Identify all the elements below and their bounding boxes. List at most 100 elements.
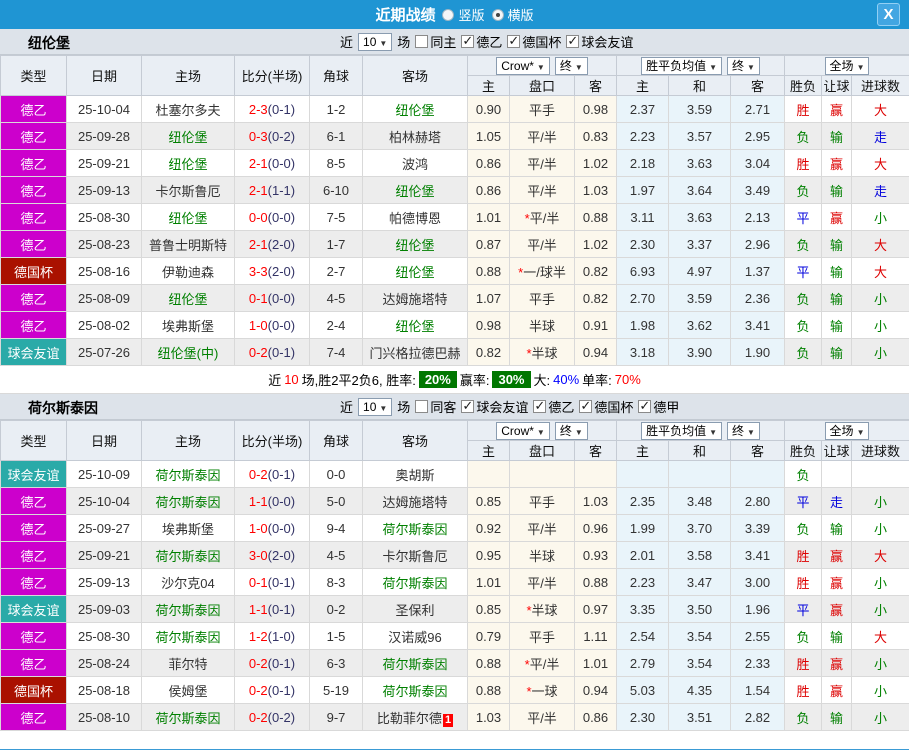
radio-icon[interactable] <box>491 8 504 21</box>
home-team-cell: 纽伦堡 <box>141 203 235 231</box>
mean-home-cell: 2.79 <box>616 649 669 677</box>
date-cell: 25-07-26 <box>66 338 142 366</box>
league-filter-label: 德甲 <box>653 400 680 415</box>
result-cell: 平 <box>784 595 823 623</box>
halftime-score: (0-1) <box>267 466 296 482</box>
odds-away-cell: 0.98 <box>574 95 617 123</box>
league-filter-checkbox[interactable]: 德乙 <box>461 32 502 51</box>
odds-handicap-cell: 平/半 <box>509 514 575 542</box>
away-team-cell: 奥胡斯 <box>362 460 468 488</box>
odds-handicap-cell: 平/半 <box>509 122 575 150</box>
match-count-select[interactable]: 10 ▼ <box>358 397 393 416</box>
home-team-cell: 侯姆堡 <box>141 676 235 704</box>
league-filter-label: 球会友谊 <box>581 35 634 50</box>
home-team-cell: 纽伦堡 <box>141 122 235 150</box>
away-team-cell: 柏林赫塔 <box>362 122 468 150</box>
result-cell: 胜 <box>784 541 823 569</box>
goals-result-cell: 小 <box>851 487 909 515</box>
same-venue-checkbox[interactable]: 同主 <box>415 32 456 51</box>
handicap-result-cell: 赢 <box>821 568 853 596</box>
away-team-name: 卡尔斯鲁厄 <box>382 548 448 564</box>
league-type-cell: 德乙 <box>0 703 67 731</box>
mean-type-select[interactable]: 胜平负均值 ▼ <box>641 56 722 75</box>
radio-icon[interactable] <box>442 8 455 21</box>
summary-text: 10 <box>284 372 299 387</box>
result-cell: 胜 <box>784 568 823 596</box>
handicap-result-cell: 输 <box>821 284 853 312</box>
fulltime-score: 0-2 <box>248 709 268 725</box>
mean-away-cell: 2.80 <box>729 487 786 515</box>
date-cell: 25-10-04 <box>66 95 142 123</box>
odds-source-select[interactable]: Crow* ▼ <box>496 56 550 75</box>
mean-away-cell: 3.00 <box>729 568 786 596</box>
mean-home-cell: 2.54 <box>616 622 669 650</box>
goals-result-cell: 小 <box>851 568 909 596</box>
layout-radio-horizontal[interactable]: 横版 <box>491 5 534 24</box>
checkbox-checked-icon[interactable] <box>461 33 475 49</box>
league-filter-checkbox[interactable]: 球会友谊 <box>566 32 633 51</box>
handicap-value: 半球 <box>528 548 555 564</box>
goals-result-cell <box>851 460 909 488</box>
scope-select[interactable]: 全场 ▼ <box>824 56 870 75</box>
mean-home-cell: 2.30 <box>616 703 669 731</box>
league-filter-checkbox[interactable]: 德乙 <box>533 397 574 416</box>
result-cell: 胜 <box>784 95 823 123</box>
halftime-score: (0-0) <box>267 317 296 333</box>
col-home: 主场 <box>141 420 235 461</box>
fulltime-score: 1-1 <box>248 493 268 509</box>
odds-away-cell: 0.86 <box>574 703 617 731</box>
odds-home-cell: 0.85 <box>467 487 510 515</box>
away-team-name: 帕德博恩 <box>388 210 441 226</box>
checkbox-checked-icon[interactable] <box>461 398 475 414</box>
odds-time-select[interactable]: 终 ▼ <box>554 56 588 75</box>
layout-radio-vertical[interactable]: 竖版 <box>442 5 485 24</box>
away-team-name: 圣保利 <box>395 602 435 618</box>
league-filter-checkbox[interactable]: 球会友谊 <box>461 397 528 416</box>
handicap-value: 平/半 <box>527 521 557 537</box>
mean-away-cell: 3.49 <box>729 176 786 204</box>
mean-home-cell: 5.03 <box>616 676 669 704</box>
league-filter-checkbox[interactable]: 德国杯 <box>507 32 561 51</box>
odds-source-select[interactable]: Crow* ▼ <box>496 421 550 440</box>
mean-home-cell: 3.11 <box>616 203 669 231</box>
score-cell: 3-0(2-0) <box>234 541 310 569</box>
odds-home-cell: 0.98 <box>467 311 510 339</box>
checkbox-checked-icon[interactable] <box>579 398 593 414</box>
filter-near-label: 近 <box>340 35 354 50</box>
league-filter-label: 德乙 <box>548 400 575 415</box>
mean-time-select[interactable]: 终 ▼ <box>727 421 760 440</box>
checkbox-checked-icon[interactable] <box>638 398 652 414</box>
checkbox-checked-icon[interactable] <box>533 398 547 414</box>
handicap-value: 一球 <box>531 683 558 699</box>
league-filter-checkbox[interactable]: 德甲 <box>638 397 679 416</box>
mean-type-select[interactable]: 胜平负均值 ▼ <box>641 421 722 440</box>
halftime-score: (0-0) <box>267 520 296 536</box>
mean-home-cell <box>616 460 669 488</box>
checkbox-checked-icon[interactable] <box>507 33 521 49</box>
team-name: 荷尔斯泰因 <box>28 400 98 416</box>
corner-cell: 2-4 <box>309 311 363 339</box>
date-cell: 25-09-13 <box>66 176 142 204</box>
odds-handicap-cell: *一/球半 <box>509 257 575 285</box>
corner-cell: 4-5 <box>309 284 363 312</box>
score-cell: 0-2(0-1) <box>234 649 310 677</box>
odds-handicap-cell: *半球 <box>509 338 575 366</box>
match-row: 德乙 25-08-02 埃弗斯堡 1-0(0-0) 2-4 纽伦堡 0.98 半球 0.91 1.… <box>0 311 909 339</box>
league-filter-checkbox[interactable]: 德国杯 <box>579 397 633 416</box>
close-icon[interactable]: X <box>877 3 900 26</box>
away-team-cell: 荷尔斯泰因 <box>362 514 468 542</box>
scope-select[interactable]: 全场 ▼ <box>824 421 870 440</box>
checkbox-icon[interactable] <box>415 35 429 48</box>
corner-cell: 6-3 <box>309 649 363 677</box>
date-cell: 25-08-10 <box>66 703 142 731</box>
home-team-cell: 荷尔斯泰因 <box>141 487 235 515</box>
odds-time-select[interactable]: 终 ▼ <box>554 421 588 440</box>
col-odds-away: 客 <box>574 75 617 96</box>
col-type: 类型 <box>0 55 67 96</box>
col-handicap-result: 让球 <box>821 75 853 96</box>
match-count-select[interactable]: 10 ▼ <box>358 32 393 51</box>
mean-time-select[interactable]: 终 ▼ <box>727 56 760 75</box>
checkbox-icon[interactable] <box>415 400 429 413</box>
checkbox-checked-icon[interactable] <box>566 33 580 49</box>
same-venue-checkbox[interactable]: 同客 <box>415 397 456 416</box>
